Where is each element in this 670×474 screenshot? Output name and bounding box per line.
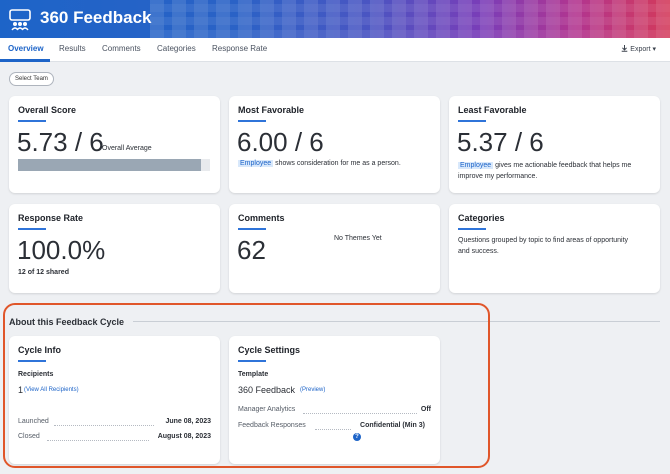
download-icon xyxy=(622,45,628,52)
active-tab-indicator xyxy=(0,59,50,62)
people-group-icon xyxy=(9,9,31,31)
score-bar-fill xyxy=(18,159,202,171)
header-pattern xyxy=(150,0,670,38)
card-title: Comments xyxy=(238,213,285,223)
statement-text: shows consideration for me as a person. xyxy=(275,160,401,167)
card-title: Response Rate xyxy=(18,213,84,223)
overall-average-label: Overall Average xyxy=(102,145,152,152)
comments-count: 62 xyxy=(237,235,266,265)
statement-text-line1: gives me actionable feedback that helps … xyxy=(495,162,632,169)
card-title-underline xyxy=(238,120,266,122)
overall-score-card: Overall Score 5.73 / 6 Overall Average xyxy=(9,96,220,193)
card-title-underline xyxy=(18,120,46,122)
app-title: 360 Feedback xyxy=(40,8,152,27)
card-title-underline xyxy=(18,228,46,230)
card-title: Least Favorable xyxy=(458,105,527,115)
employee-tag: Employee xyxy=(238,160,274,167)
app-header: 360 Feedback xyxy=(0,0,670,38)
card-title: Most Favorable xyxy=(238,105,305,115)
tab-bar: Overview Results Comments Categories Res… xyxy=(0,38,670,62)
tab-categories[interactable]: Categories xyxy=(157,44,196,53)
export-button[interactable]: Export ▾ xyxy=(621,45,656,53)
card-title: Categories xyxy=(458,213,505,223)
response-rate-card: Response Rate 100.0% 12 of 12 shared xyxy=(9,204,220,293)
categories-description: Questions grouped by topic to find areas… xyxy=(458,235,658,257)
themes-status: No Themes Yet xyxy=(334,235,382,242)
card-title: Overall Score xyxy=(18,105,77,115)
response-rate-value: 100.0% xyxy=(17,235,106,265)
least-favorable-text: Employee gives me actionable feedback th… xyxy=(458,160,658,182)
most-favorable-card: Most Favorable 6.00 / 6 Employee shows c… xyxy=(229,96,440,193)
tab-overview[interactable]: Overview xyxy=(8,44,44,53)
export-label: Export ▾ xyxy=(630,46,656,53)
least-favorable-card: Least Favorable 5.37 / 6 Employee gives … xyxy=(449,96,660,193)
categories-card[interactable]: Categories Questions grouped by topic to… xyxy=(449,204,660,293)
tab-response-rate[interactable]: Response Rate xyxy=(212,44,267,53)
card-title-underline xyxy=(238,228,266,230)
comments-card: Comments 62 No Themes Yet xyxy=(229,204,440,293)
shared-count: 12 of 12 shared xyxy=(18,269,69,276)
least-favorable-value: 5.37 / 6 xyxy=(457,127,544,157)
tab-results[interactable]: Results xyxy=(59,44,86,53)
most-favorable-text: Employee shows consideration for me as a… xyxy=(238,160,401,167)
most-favorable-value: 6.00 / 6 xyxy=(237,127,324,157)
card-title-underline xyxy=(458,228,486,230)
categories-text-line1: Questions grouped by topic to find areas… xyxy=(458,237,629,244)
score-bar-track xyxy=(18,159,210,171)
overall-score-value: 5.73 / 6 xyxy=(17,127,104,157)
tab-comments[interactable]: Comments xyxy=(102,44,141,53)
section-highlight-outline xyxy=(3,303,490,468)
select-team-button[interactable]: Select Team xyxy=(9,72,54,86)
employee-tag: Employee xyxy=(458,162,494,169)
card-title-underline xyxy=(458,120,486,122)
categories-text-line2: and success. xyxy=(458,248,499,255)
statement-text-line2: improve my performance. xyxy=(458,173,538,180)
